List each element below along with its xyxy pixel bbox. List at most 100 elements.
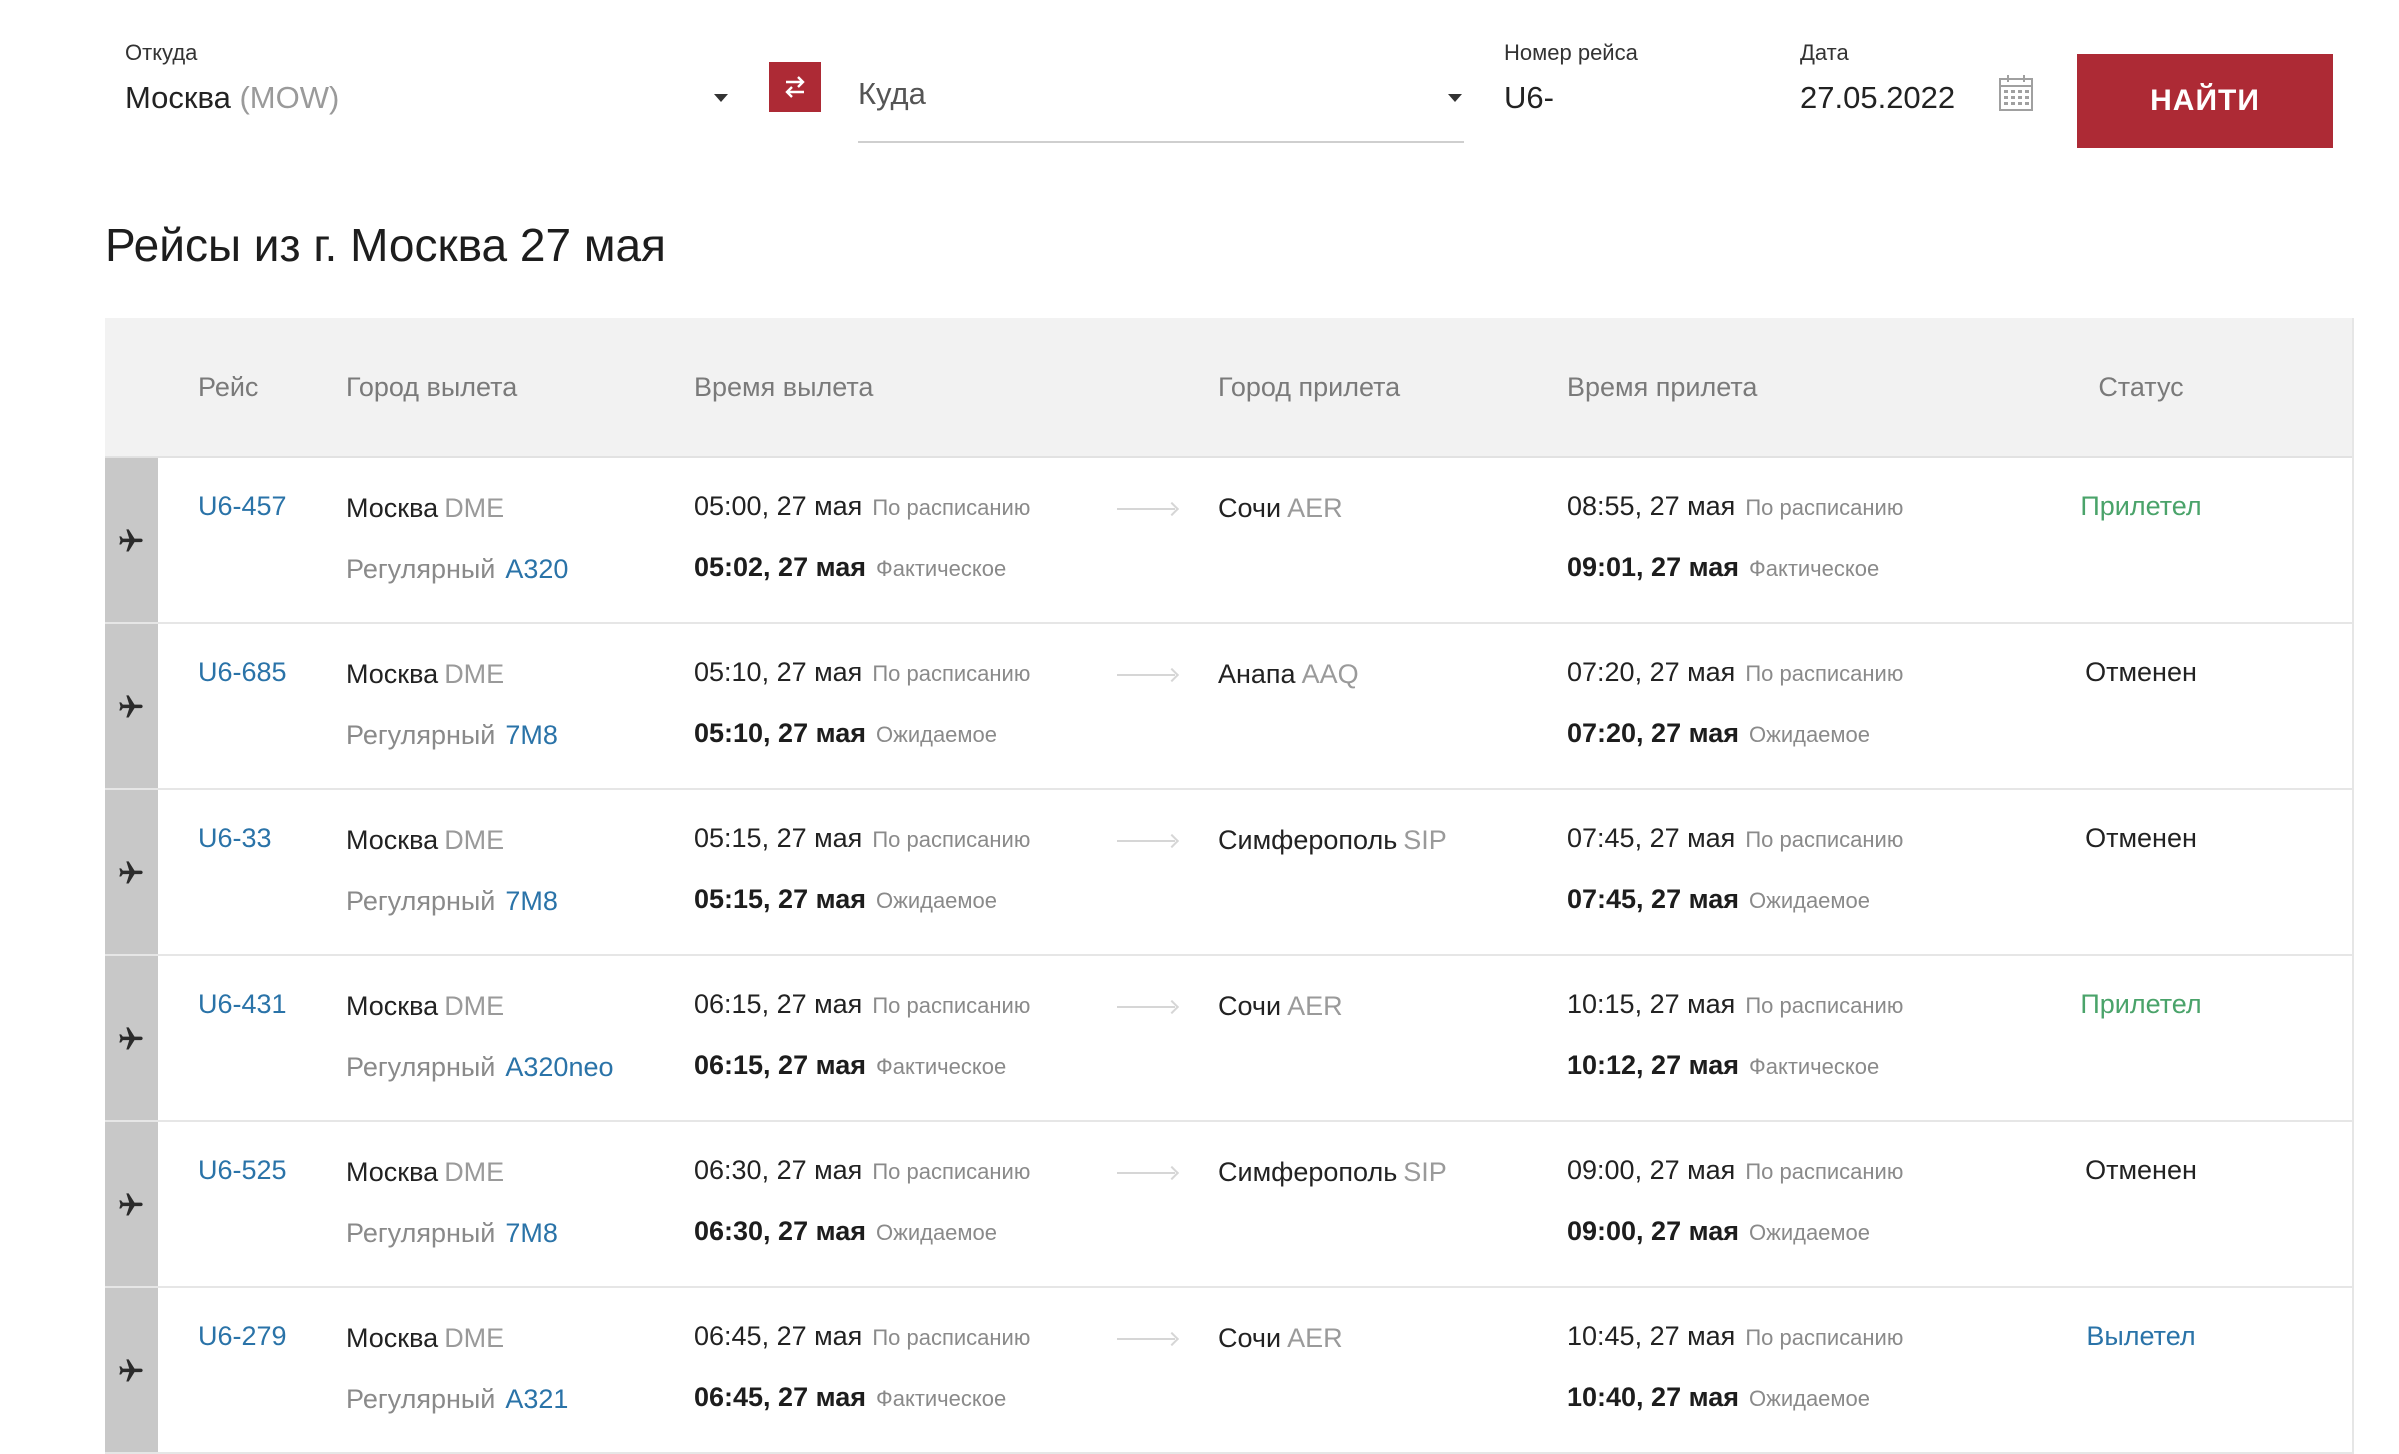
table-row[interactable]: U6-457 Москва DME Регулярный A320 05:00, 2… — [105, 458, 2352, 624]
arrival-scheduled-note: По расписанию — [1745, 1325, 1904, 1350]
flight-number-link[interactable]: U6-685 — [198, 657, 287, 688]
arrival-actual-time: 09:01, 27 мая — [1567, 552, 1739, 582]
departure-airport-code: DME — [444, 825, 505, 855]
airplane-icon — [119, 529, 143, 552]
table-row[interactable]: U6-279 Москва DME Регулярный A321 06:45, 2… — [105, 1288, 2352, 1454]
header-status: Статус — [2098, 372, 2184, 402]
arrival-city-name: Сочи — [1218, 493, 1282, 523]
header-dep-city: Город вылета — [346, 372, 518, 402]
departure-actual: 06:30, 27 мая Ожидаемое — [694, 1216, 997, 1247]
departure-scheduled: 06:45, 27 мая По расписанию — [694, 1321, 1030, 1352]
arrival-scheduled: 10:45, 27 мая По расписанию — [1567, 1321, 1903, 1352]
airplane-icon — [119, 1027, 143, 1050]
from-code: (MOW) — [239, 80, 340, 115]
flight-type: Регулярный 7M8 — [346, 886, 558, 917]
departure-scheduled: 06:15, 27 мая По расписанию — [694, 989, 1030, 1020]
flight-type-label: Регулярный — [346, 886, 496, 916]
arrival-scheduled-time: 10:15, 27 мая — [1567, 989, 1736, 1019]
departure-scheduled-note: По расписанию — [872, 1159, 1031, 1184]
arrival-city: Симферополь SIP — [1218, 825, 1447, 856]
flight-type: Регулярный 7M8 — [346, 1218, 558, 1249]
status-badge: Прилетел — [2080, 491, 2202, 521]
arrival-scheduled: 10:15, 27 мая По расписанию — [1567, 989, 1903, 1020]
arrival-city: Симферополь SIP — [1218, 1157, 1447, 1188]
arrival-airport-code: AAQ — [1301, 659, 1359, 689]
departure-city-name: Москва — [346, 825, 439, 855]
flight-number-link[interactable]: U6-457 — [198, 491, 287, 522]
row-stripe — [105, 1288, 158, 1452]
from-label: Откуда — [125, 40, 198, 65]
aircraft-link[interactable]: 7M8 — [505, 1218, 558, 1248]
departure-scheduled: 05:00, 27 мая По расписанию — [694, 491, 1030, 522]
arrival-scheduled-note: По расписанию — [1745, 495, 1904, 520]
departure-actual-note: Фактическое — [875, 556, 1007, 581]
find-button[interactable]: НАЙТИ — [2077, 54, 2333, 148]
flight-number-input[interactable]: U6- — [1504, 80, 1554, 116]
arrival-actual-time: 09:00, 27 мая — [1567, 1216, 1739, 1246]
flight-type-label: Регулярный — [346, 1052, 496, 1082]
arrival-scheduled: 07:45, 27 мая По расписанию — [1567, 823, 1903, 854]
airplane-icon — [119, 1359, 143, 1382]
row-stripe — [105, 790, 158, 954]
flight-type-label: Регулярный — [346, 1218, 496, 1248]
from-city: Москва — [125, 80, 231, 115]
status-badge: Отменен — [2085, 657, 2197, 687]
flight-type: Регулярный A320 — [346, 554, 568, 585]
to-dropdown-caret-icon[interactable] — [1448, 94, 1462, 102]
arrival-actual-time: 07:20, 27 мая — [1567, 718, 1739, 748]
from-dropdown-caret-icon[interactable] — [714, 94, 728, 102]
from-select[interactable]: Москва (MOW) — [125, 80, 339, 116]
arrival-airport-code: SIP — [1403, 1157, 1447, 1187]
header-dep-time: Время вылета — [694, 372, 874, 402]
arrival-actual-time: 07:45, 27 мая — [1567, 884, 1739, 914]
departure-actual: 05:02, 27 мая Фактическое — [694, 552, 1006, 583]
arrival-actual: 07:20, 27 мая Ожидаемое — [1567, 718, 1870, 749]
header-flight: Рейс — [198, 372, 259, 402]
departure-scheduled-time: 05:15, 27 мая — [694, 823, 863, 853]
arrival-actual-note: Фактическое — [1748, 556, 1880, 581]
date-input[interactable]: 27.05.2022 — [1800, 80, 1955, 116]
arrival-airport-code: AER — [1287, 991, 1343, 1021]
arrival-actual-time: 10:40, 27 мая — [1567, 1382, 1739, 1412]
arrival-actual: 09:01, 27 мая Фактическое — [1567, 552, 1879, 583]
departure-airport-code: DME — [444, 659, 505, 689]
departure-scheduled-note: По расписанию — [872, 827, 1031, 852]
flight-number-link[interactable]: U6-33 — [198, 823, 272, 854]
arrival-actual: 07:45, 27 мая Ожидаемое — [1567, 884, 1870, 915]
to-input[interactable]: Куда — [858, 76, 926, 112]
aircraft-link[interactable]: A320neo — [505, 1052, 613, 1082]
calendar-icon[interactable] — [1998, 74, 2034, 112]
flight-number-link[interactable]: U6-525 — [198, 1155, 287, 1186]
aircraft-link[interactable]: A321 — [505, 1384, 568, 1414]
aircraft-link[interactable]: 7M8 — [505, 720, 558, 750]
departure-scheduled-time: 06:45, 27 мая — [694, 1321, 863, 1351]
table-row[interactable]: U6-525 Москва DME Регулярный 7M8 06:30, 27… — [105, 1122, 2352, 1288]
aircraft-link[interactable]: A320 — [505, 554, 568, 584]
flight-number-link[interactable]: U6-279 — [198, 1321, 287, 1352]
aircraft-link[interactable]: 7M8 — [505, 886, 558, 916]
table-row[interactable]: U6-33 Москва DME Регулярный 7M8 05:15, 27 … — [105, 790, 2352, 956]
departure-actual-time: 05:15, 27 мая — [694, 884, 866, 914]
departure-city: Москва DME — [346, 991, 504, 1022]
departure-actual: 06:45, 27 мая Фактическое — [694, 1382, 1006, 1413]
departure-scheduled-note: По расписанию — [872, 495, 1031, 520]
flight-type-label: Регулярный — [346, 1384, 496, 1414]
status-badge: Отменен — [2085, 1155, 2197, 1185]
departure-scheduled-time: 06:15, 27 мая — [694, 989, 863, 1019]
arrival-scheduled-note: По расписанию — [1745, 661, 1904, 686]
table-row[interactable]: U6-431 Москва DME Регулярный A320neo 06:15… — [105, 956, 2352, 1122]
flight-type: Регулярный A320neo — [346, 1052, 614, 1083]
flight-number-link[interactable]: U6-431 — [198, 989, 287, 1020]
to-field[interactable]: Куда — [858, 70, 1464, 143]
arrival-city: Анапа AAQ — [1218, 659, 1359, 690]
flights-table: Рейс Город вылета Время вылета Город при… — [105, 318, 2354, 1454]
route-arrow-icon — [1117, 1338, 1175, 1340]
swap-button[interactable] — [769, 62, 821, 112]
table-row[interactable]: U6-685 Москва DME Регулярный 7M8 05:10, 27… — [105, 624, 2352, 790]
arrival-scheduled-time: 07:45, 27 мая — [1567, 823, 1736, 853]
arrival-scheduled-time: 08:55, 27 мая — [1567, 491, 1736, 521]
arrival-city-name: Сочи — [1218, 1323, 1282, 1353]
status-badge: Отменен — [2085, 823, 2197, 853]
row-stripe — [105, 624, 158, 788]
arrival-city-name: Сочи — [1218, 991, 1282, 1021]
